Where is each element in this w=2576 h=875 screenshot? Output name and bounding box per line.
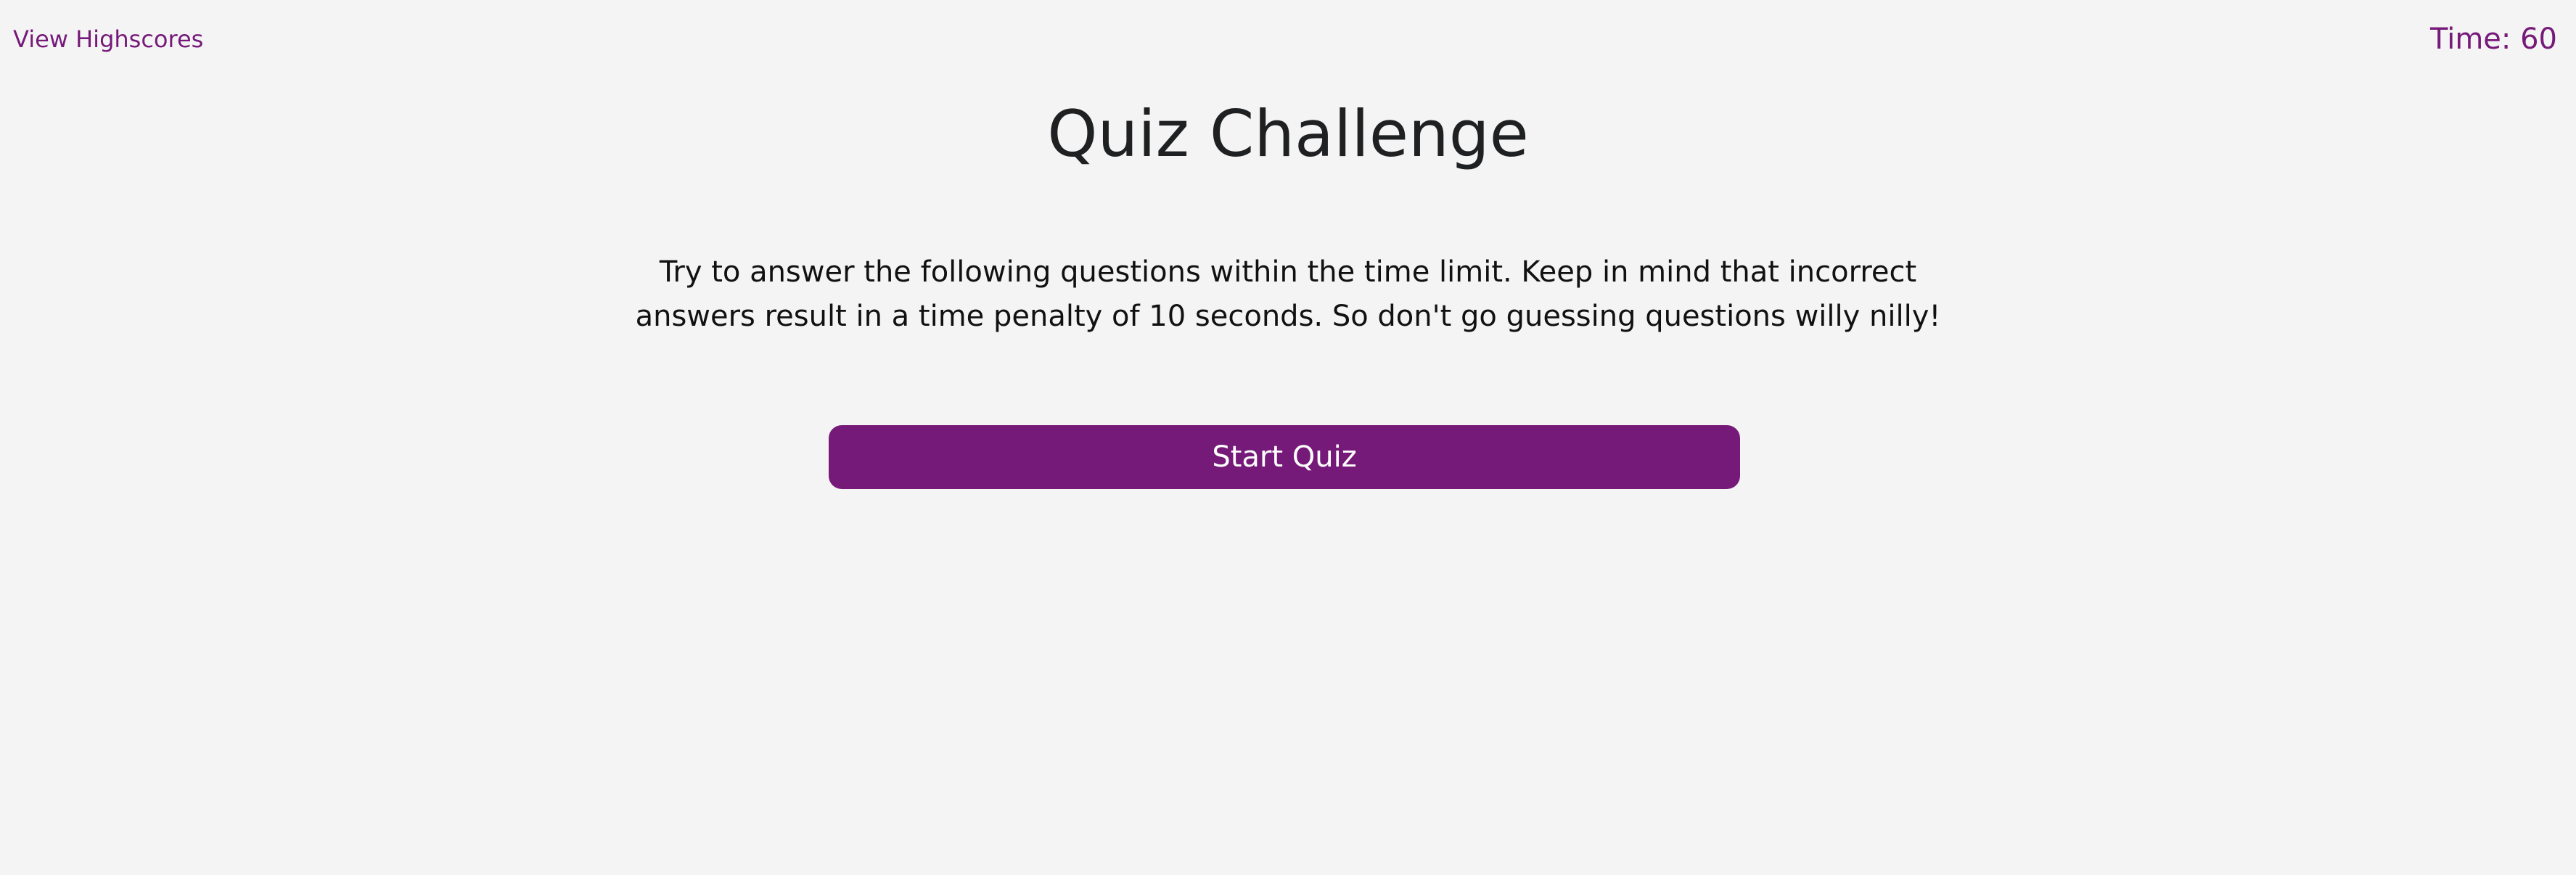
timer-display: Time: 60 bbox=[2430, 22, 2557, 56]
page-title: Quiz Challenge bbox=[1047, 96, 1529, 171]
quiz-instructions: Try to answer the following questions wi… bbox=[635, 255, 1941, 333]
start-quiz-button[interactable]: Start Quiz bbox=[829, 425, 1740, 489]
view-highscores-link[interactable]: View Highscores bbox=[13, 25, 203, 54]
